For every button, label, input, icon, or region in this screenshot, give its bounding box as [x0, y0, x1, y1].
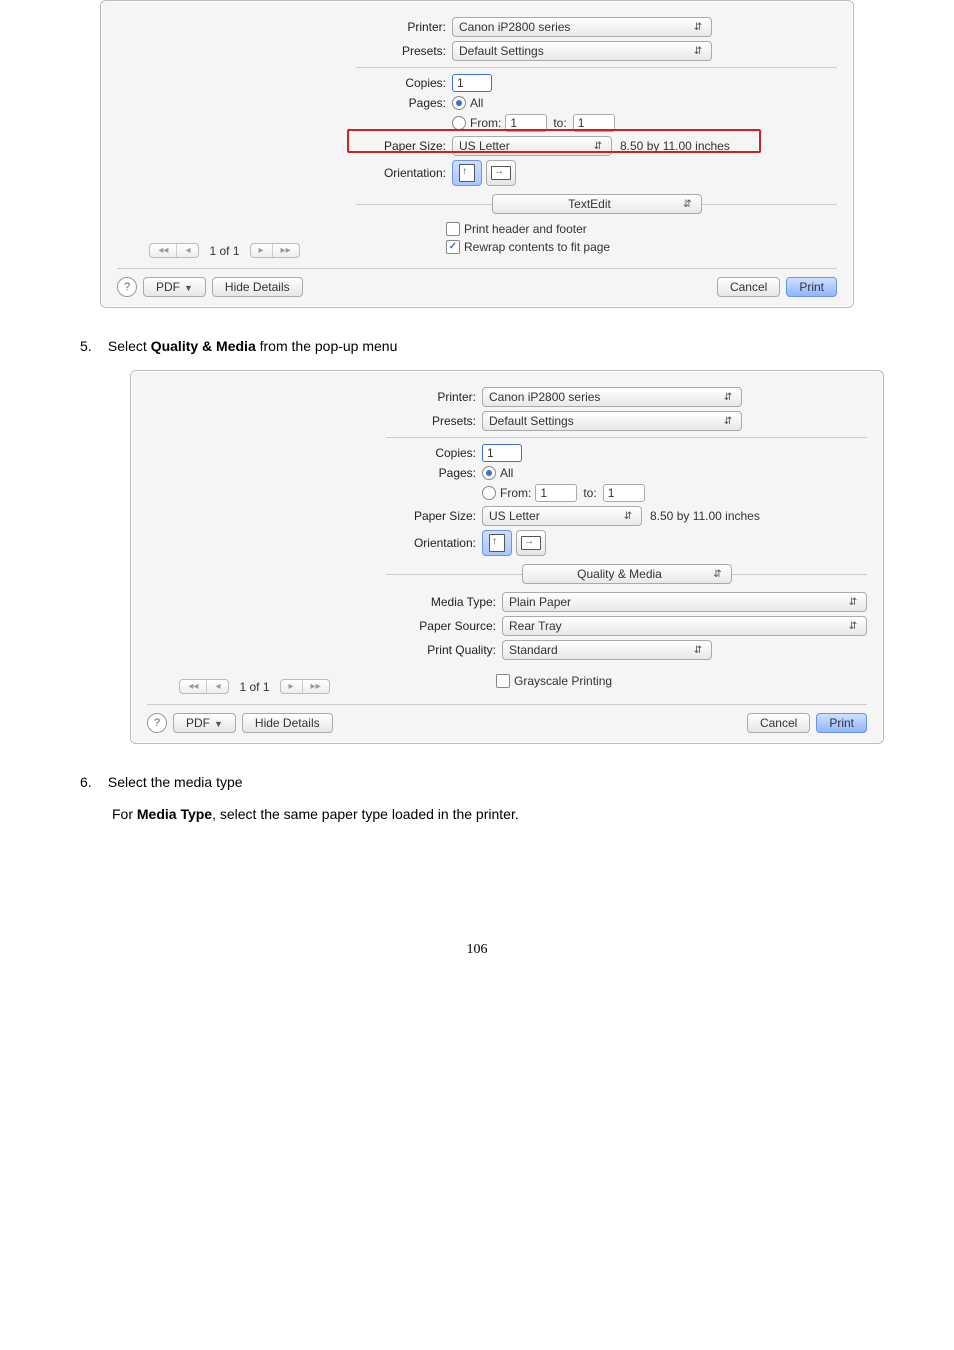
header-footer-label: Print header and footer: [464, 222, 587, 236]
chevron-updown-icon: ⇵: [711, 569, 725, 580]
rewrap-label: Rewrap contents to fit page: [464, 240, 610, 254]
page-number: 106: [80, 942, 874, 958]
instruction-step-5: 5. Select Quality & Media from the pop-u…: [80, 338, 874, 354]
cancel-button[interactable]: Cancel: [747, 713, 810, 733]
highlight-paper-size: [347, 129, 761, 153]
section-popup[interactable]: Quality & Media ⇵: [522, 564, 732, 584]
presets-label: Presets:: [356, 44, 452, 58]
paper-size-select[interactable]: US Letter ⇵: [482, 506, 642, 526]
hide-details-button[interactable]: Hide Details: [212, 277, 303, 297]
chevron-updown-icon: ⇵: [846, 597, 860, 608]
print-quality-label: Print Quality:: [386, 643, 502, 657]
section-popup[interactable]: TextEdit ⇵: [492, 194, 702, 214]
help-button[interactable]: ?: [117, 277, 137, 297]
orientation-portrait[interactable]: [482, 530, 512, 556]
paper-source-select[interactable]: Rear Tray ⇵: [502, 616, 867, 636]
printer-label: Printer:: [356, 20, 452, 34]
print-quality-select[interactable]: Standard ⇵: [502, 640, 712, 660]
chevron-updown-icon: ⇵: [721, 392, 735, 403]
printer-select[interactable]: Canon iP2800 series ⇵: [482, 387, 742, 407]
orientation-landscape[interactable]: [486, 160, 516, 186]
options-column: Printer: Canon iP2800 series ⇵ Presets: …: [386, 383, 867, 694]
printer-label: Printer:: [386, 390, 482, 404]
copies-input[interactable]: 1: [482, 444, 522, 462]
print-button[interactable]: Print: [786, 277, 837, 297]
landscape-icon: [521, 536, 541, 550]
pages-all-radio[interactable]: [452, 96, 466, 110]
presets-select[interactable]: Default Settings ⇵: [452, 41, 712, 61]
preview-column: ◂◂◂ 1 of 1 ▸▸▸: [147, 383, 362, 694]
page-counter: 1 of 1: [209, 244, 239, 258]
chevron-down-icon: ▼: [214, 719, 223, 729]
copies-input[interactable]: 1: [452, 74, 492, 92]
pages-from-label: From:: [470, 116, 501, 130]
pages-to-label: to:: [553, 116, 566, 130]
presets-label: Presets:: [386, 414, 482, 428]
media-type-label: Media Type:: [386, 595, 502, 609]
pages-label: Pages:: [356, 96, 452, 110]
chevron-down-icon: ▼: [184, 283, 193, 293]
pages-from-label: From:: [500, 486, 531, 500]
orientation-portrait[interactable]: [452, 160, 482, 186]
instruction-step-6-para: For Media Type, select the same paper ty…: [112, 806, 874, 822]
orientation-landscape[interactable]: [516, 530, 546, 556]
orientation-label: Orientation:: [356, 166, 452, 180]
presets-select[interactable]: Default Settings ⇵: [482, 411, 742, 431]
page-navigation: ◂◂◂ 1 of 1 ▸▸▸: [179, 679, 329, 694]
hide-details-button[interactable]: Hide Details: [242, 713, 333, 733]
paper-source-label: Paper Source:: [386, 619, 502, 633]
pages-to-input[interactable]: 1: [603, 484, 645, 502]
pages-all-radio[interactable]: [482, 466, 496, 480]
header-footer-checkbox[interactable]: [446, 222, 460, 236]
pages-from-input[interactable]: 1: [535, 484, 577, 502]
chevron-updown-icon: ⇵: [846, 621, 860, 632]
chevron-updown-icon: ⇵: [691, 22, 705, 33]
portrait-icon: [489, 534, 505, 552]
pdf-button[interactable]: PDF▼: [173, 713, 236, 733]
paper-dims: 8.50 by 11.00 inches: [650, 509, 760, 523]
pages-label: Pages:: [386, 466, 482, 480]
pages-to-label: to:: [583, 486, 596, 500]
chevron-updown-icon: ⇵: [691, 46, 705, 57]
help-button[interactable]: ?: [147, 713, 167, 733]
pages-all-label: All: [470, 96, 483, 110]
grayscale-checkbox[interactable]: [496, 674, 510, 688]
media-type-select[interactable]: Plain Paper ⇵: [502, 592, 867, 612]
chevron-updown-icon: ⇵: [721, 416, 735, 427]
nav-next-last[interactable]: ▸▸▸: [280, 679, 330, 694]
instruction-step-6: 6. Select the media type: [80, 774, 874, 790]
pdf-button[interactable]: PDF▼: [143, 277, 206, 297]
pages-from-radio[interactable]: [452, 116, 466, 130]
grayscale-label: Grayscale Printing: [514, 674, 612, 688]
nav-first-prev[interactable]: ◂◂◂: [149, 243, 199, 258]
landscape-icon: [491, 166, 511, 180]
paper-size-label: Paper Size:: [386, 509, 482, 523]
pages-all-label: All: [500, 466, 513, 480]
print-button[interactable]: Print: [816, 713, 867, 733]
pages-from-radio[interactable]: [482, 486, 496, 500]
copies-label: Copies:: [386, 446, 482, 460]
chevron-updown-icon: ⇵: [681, 199, 695, 210]
orientation-label: Orientation:: [386, 536, 482, 550]
page-counter: 1 of 1: [239, 680, 269, 694]
chevron-updown-icon: ⇵: [691, 645, 705, 656]
printer-select[interactable]: Canon iP2800 series ⇵: [452, 17, 712, 37]
page-navigation: ◂◂◂ 1 of 1 ▸▸▸: [149, 243, 299, 258]
copies-label: Copies:: [356, 76, 452, 90]
nav-first-prev[interactable]: ◂◂◂: [179, 679, 229, 694]
rewrap-checkbox[interactable]: [446, 240, 460, 254]
preview-column: ◂◂◂ 1 of 1 ▸▸▸: [117, 13, 332, 258]
cancel-button[interactable]: Cancel: [717, 277, 780, 297]
print-dialog-quality-media: ◂◂◂ 1 of 1 ▸▸▸ Printer: Canon iP2800 ser…: [130, 370, 884, 744]
print-dialog-textedit: ◂◂◂ 1 of 1 ▸▸▸ Printer: Canon iP2800 ser…: [100, 0, 854, 308]
chevron-updown-icon: ⇵: [621, 511, 635, 522]
portrait-icon: [459, 164, 475, 182]
nav-next-last[interactable]: ▸▸▸: [250, 243, 300, 258]
